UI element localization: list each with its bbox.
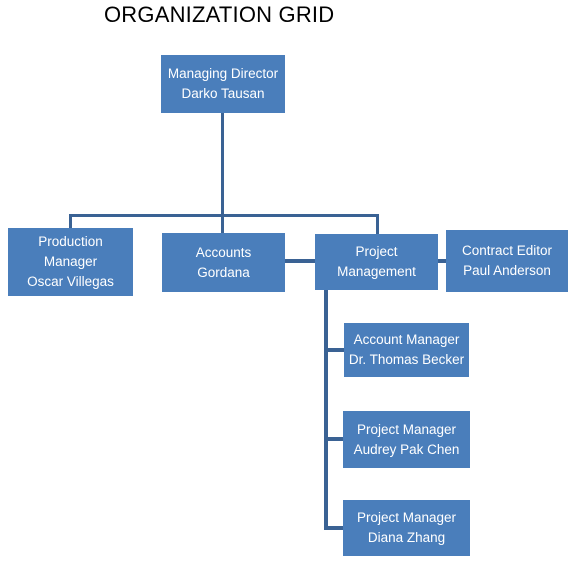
node-role: Project Manager [356,510,457,525]
node-person: Audrey Pak Chen [353,441,460,457]
connector-root-stem [221,113,224,216]
connector-branch-account-manager [324,348,345,352]
node-role-line-2: Manager [43,254,98,269]
node-role-line-1: Production [38,234,103,249]
node-role: Accounts [195,244,252,260]
node-project-manager-audrey-pak-chen[interactable]: Project Manager Audrey Pak Chen [343,411,470,468]
node-account-manager[interactable]: Account Manager Dr. Thomas Becker [344,323,469,377]
node-contract-editor[interactable]: Contract Editor Paul Anderson [446,230,568,292]
node-person: Darko Tausan [181,86,265,101]
node-person: Dr. Thomas Becker [348,352,465,367]
node-role: Contract Editor [461,243,553,258]
page-title: ORGANIZATION GRID [104,2,335,27]
node-person: Gordana [197,264,250,280]
connector-branch-project-manager-2 [324,526,344,530]
node-role-line-2: Management [337,264,416,279]
node-role: Project Manager [356,421,457,437]
node-role: Account Manager [353,332,460,347]
connector-reports-spine [324,290,328,530]
node-person: Diana Zhang [367,530,446,545]
node-managing-director[interactable]: Managing Director Darko Tausan [161,55,285,113]
connector-branch-project-manager-1 [324,437,344,441]
node-production-manager[interactable]: Production Manager Oscar Villegas [8,228,133,296]
node-role: Managing Director [167,66,279,81]
node-accounts[interactable]: Accounts Gordana [162,233,285,292]
connector-drop-production-manager [69,214,72,229]
node-person: Paul Anderson [463,263,551,278]
connector-row2-bus [69,214,379,217]
node-person: Oscar Villegas [27,274,114,289]
organization-chart: ORGANIZATION GRID Managing Director Dark… [0,0,577,568]
node-project-manager-diana-zhang[interactable]: Project Manager Diana Zhang [343,500,470,556]
connector-drop-project-management [376,214,379,235]
node-project-management[interactable]: Project Management [315,234,438,290]
node-role-line-1: Project [355,244,398,259]
connector-accounts-to-project-management [285,259,316,263]
connector-drop-accounts [221,214,224,234]
